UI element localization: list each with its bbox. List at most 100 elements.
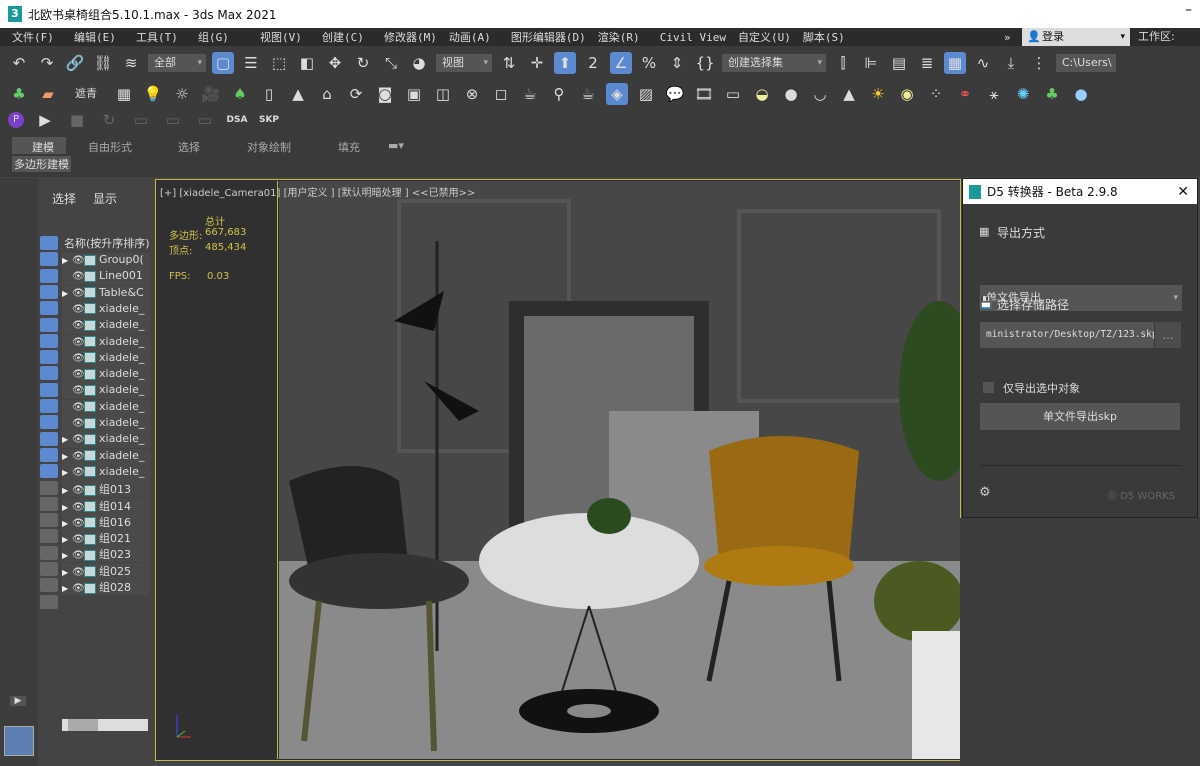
chat-icon[interactable]: 💬: [664, 83, 686, 105]
menu-group[interactable]: 组(G): [198, 29, 248, 45]
explorer-filter-icon[interactable]: [40, 415, 58, 429]
explorer-tree-row[interactable]: ▶👁xiadele_: [62, 465, 150, 481]
menu-customize[interactable]: 自定义(U): [738, 29, 791, 45]
bulb-outline-icon[interactable]: ⚲: [548, 83, 570, 105]
redo-icon[interactable]: ↷: [36, 52, 58, 74]
settings-gear-icon[interactable]: ⚙: [979, 485, 991, 500]
explorer-tree-row[interactable]: ▶👁Table&C: [62, 286, 150, 302]
disc-icon[interactable]: ◉: [896, 83, 918, 105]
material-editor-icon[interactable]: ⋮: [1028, 52, 1050, 74]
expand-arrow-icon[interactable]: ▶: [62, 568, 72, 577]
explorer-tree-row[interactable]: ▶👁组025: [62, 563, 150, 579]
explorer-tree-row[interactable]: 👁xiadele_: [62, 302, 150, 318]
house-icon[interactable]: ⌂: [316, 83, 338, 105]
reference-coord-dropdown[interactable]: 视图: [436, 54, 492, 72]
menu-file[interactable]: 文件(F): [12, 29, 62, 45]
dome-icon[interactable]: ◒: [751, 83, 773, 105]
expand-arrow-icon[interactable]: ▶: [62, 535, 72, 544]
visibility-eye-icon[interactable]: 👁: [72, 353, 84, 364]
visibility-eye-icon[interactable]: 👁: [72, 255, 84, 266]
plugin-p-icon[interactable]: P: [8, 112, 24, 128]
tool-label-icon[interactable]: 遮青: [66, 83, 106, 105]
explorer-column-header[interactable]: 名称(按升序排序): [64, 235, 150, 251]
ribbon-tab-modeling[interactable]: 建模: [32, 139, 54, 155]
visibility-eye-icon[interactable]: 👁: [72, 304, 84, 315]
explorer-tree-row[interactable]: 👁xiadele_: [62, 318, 150, 334]
bowl-icon[interactable]: ◡: [809, 83, 831, 105]
explorer-filter-icon[interactable]: [40, 269, 58, 283]
expand-arrow-icon[interactable]: ▶: [62, 256, 72, 265]
window-crossing-icon[interactable]: ◧: [296, 52, 318, 74]
explorer-filter-icon[interactable]: [40, 448, 58, 462]
explorer-filter-icon[interactable]: [40, 383, 58, 397]
image-icon[interactable]: ▨: [635, 83, 657, 105]
unlink-icon[interactable]: ⛓: [92, 52, 114, 74]
menu-modifiers[interactable]: 修改器(M): [384, 29, 437, 45]
curve-editor-icon[interactable]: ∿: [972, 52, 994, 74]
menu-rendering[interactable]: 渲染(R): [598, 29, 648, 45]
visibility-eye-icon[interactable]: 👁: [72, 550, 84, 561]
network-icon[interactable]: ⚹: [983, 83, 1005, 105]
expand-arrow-icon[interactable]: ▶: [62, 486, 72, 495]
explorer-tree-row[interactable]: 👁xiadele_: [62, 400, 150, 416]
menu-animation[interactable]: 动画(A): [449, 29, 499, 45]
explorer-tree-row[interactable]: 👁xiadele_: [62, 351, 150, 367]
explorer-tree-row[interactable]: ▶👁xiadele_: [62, 432, 150, 448]
align-icon[interactable]: ⊫: [860, 52, 882, 74]
menu-edit[interactable]: 编辑(E): [74, 29, 124, 45]
refresh-icon[interactable]: ⟳: [345, 83, 367, 105]
explorer-tree-row[interactable]: ▶👁组016: [62, 514, 150, 530]
sun-light-icon[interactable]: ☀: [867, 83, 889, 105]
disabled-tool-icon[interactable]: ▭: [162, 109, 184, 131]
angle-snap-icon[interactable]: ∠: [610, 52, 632, 74]
explorer-filter-icon[interactable]: [40, 578, 58, 592]
cone-icon[interactable]: ▲: [838, 83, 860, 105]
ball-icon[interactable]: ●: [1070, 83, 1092, 105]
visibility-eye-icon[interactable]: 👁: [72, 271, 84, 282]
tree-icon[interactable]: ♠: [229, 83, 251, 105]
minimize-icon[interactable]: –: [1185, 2, 1192, 18]
visibility-eye-icon[interactable]: 👁: [72, 418, 84, 429]
manipulate-icon[interactable]: ✛: [526, 52, 548, 74]
menu-scripting[interactable]: 脚本(S): [803, 29, 853, 45]
visibility-eye-icon[interactable]: 👁: [72, 567, 84, 578]
disabled-tool-icon[interactable]: ▭: [194, 109, 216, 131]
selection-filter-dropdown[interactable]: 全部: [148, 54, 206, 72]
explorer-filter-icon[interactable]: [40, 562, 58, 576]
select-object-icon[interactable]: ▢: [212, 52, 234, 74]
viewport-layout-icon[interactable]: [4, 726, 34, 756]
book-icon[interactable]: ▯: [258, 83, 280, 105]
expand-icon[interactable]: ▶: [10, 696, 26, 706]
only-selected-checkbox[interactable]: [983, 382, 994, 393]
ribbon-polygon-modeling[interactable]: 多边形建模: [12, 156, 71, 172]
expand-arrow-icon[interactable]: ▶: [62, 519, 72, 528]
sun-icon[interactable]: ☼: [171, 83, 193, 105]
ribbon-tab-freeform[interactable]: 自由形式: [88, 139, 132, 155]
explorer-scrollbar[interactable]: [62, 719, 148, 731]
menu-view[interactable]: 视图(V): [260, 29, 310, 45]
mirror-icon[interactable]: ⫿: [832, 52, 854, 74]
ribbon-tab-object-paint[interactable]: 对象绘制: [247, 139, 291, 155]
loop-icon[interactable]: ↻: [98, 109, 120, 131]
particles-icon[interactable]: ⁘: [925, 83, 947, 105]
teapot-icon[interactable]: ☕: [519, 83, 541, 105]
grid-icon[interactable]: ▦: [113, 83, 135, 105]
link-icon[interactable]: 🔗: [64, 52, 86, 74]
menu-create[interactable]: 创建(C): [322, 29, 372, 45]
stop-icon[interactable]: ■: [66, 109, 88, 131]
explorer-filter-icon[interactable]: [40, 529, 58, 543]
expand-arrow-icon[interactable]: ▶: [62, 452, 72, 461]
keyboard-shortcut-icon[interactable]: ⬆: [554, 52, 576, 74]
visibility-eye-icon[interactable]: 👁: [72, 451, 84, 462]
spinner-snap-icon[interactable]: ⇕: [666, 52, 688, 74]
visibility-eye-icon[interactable]: 👁: [72, 337, 84, 348]
explorer-tree-row[interactable]: ▶👁xiadele_: [62, 449, 150, 465]
explorer-tree-row[interactable]: 👁xiadele_: [62, 367, 150, 383]
export-skp-button[interactable]: 单文件导出skp: [980, 403, 1180, 430]
explorer-filter-icon[interactable]: [40, 464, 58, 478]
teapot-render-icon[interactable]: ☕: [577, 83, 599, 105]
move-icon[interactable]: ✥: [324, 52, 346, 74]
explorer-filter-icon[interactable]: [40, 285, 58, 299]
scene-explorer-icon[interactable]: ▤: [888, 52, 910, 74]
expand-arrow-icon[interactable]: ▶: [62, 468, 72, 477]
